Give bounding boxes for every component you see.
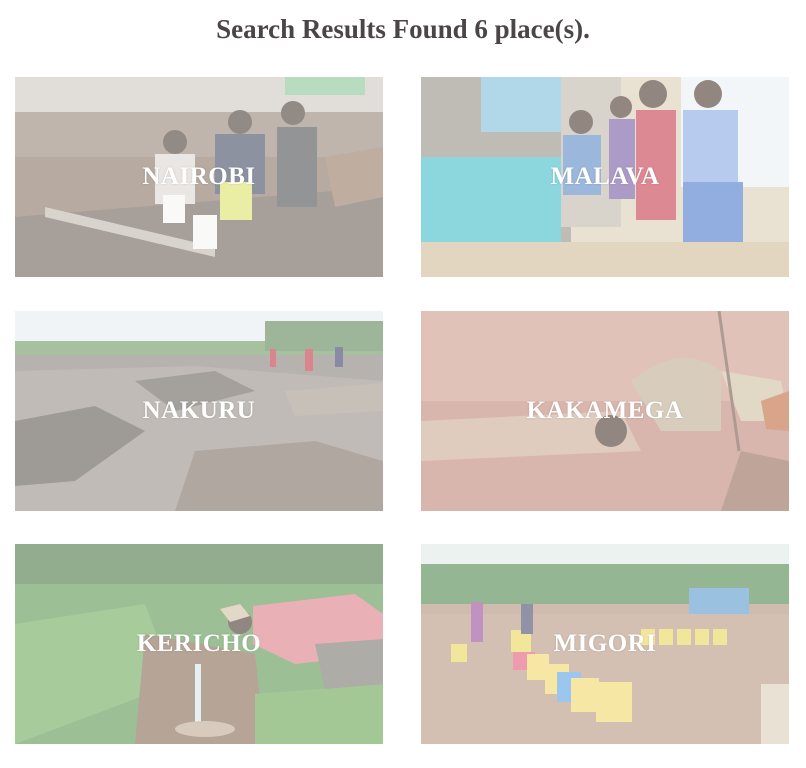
- place-card-nakuru[interactable]: NAKURU: [15, 311, 383, 511]
- place-name-label: NAIROBI: [142, 163, 256, 190]
- place-card-kakamega[interactable]: KAKAMEGA: [421, 311, 789, 511]
- place-card-malava[interactable]: MALAVA: [421, 77, 789, 277]
- place-name-label: MIGORI: [553, 630, 657, 657]
- results-grid: NAIROBI MALAVA NAKURU KAKAMEGA KERICHO M…: [0, 0, 806, 768]
- place-name-label: MALAVA: [550, 163, 660, 190]
- place-card-kericho[interactable]: KERICHO: [15, 544, 383, 744]
- place-name-label: KAKAMEGA: [526, 397, 684, 424]
- place-name-label: NAKURU: [142, 397, 256, 424]
- place-name-label: KERICHO: [136, 630, 262, 657]
- place-card-nairobi[interactable]: NAIROBI: [15, 77, 383, 277]
- place-card-migori[interactable]: MIGORI: [421, 544, 789, 744]
